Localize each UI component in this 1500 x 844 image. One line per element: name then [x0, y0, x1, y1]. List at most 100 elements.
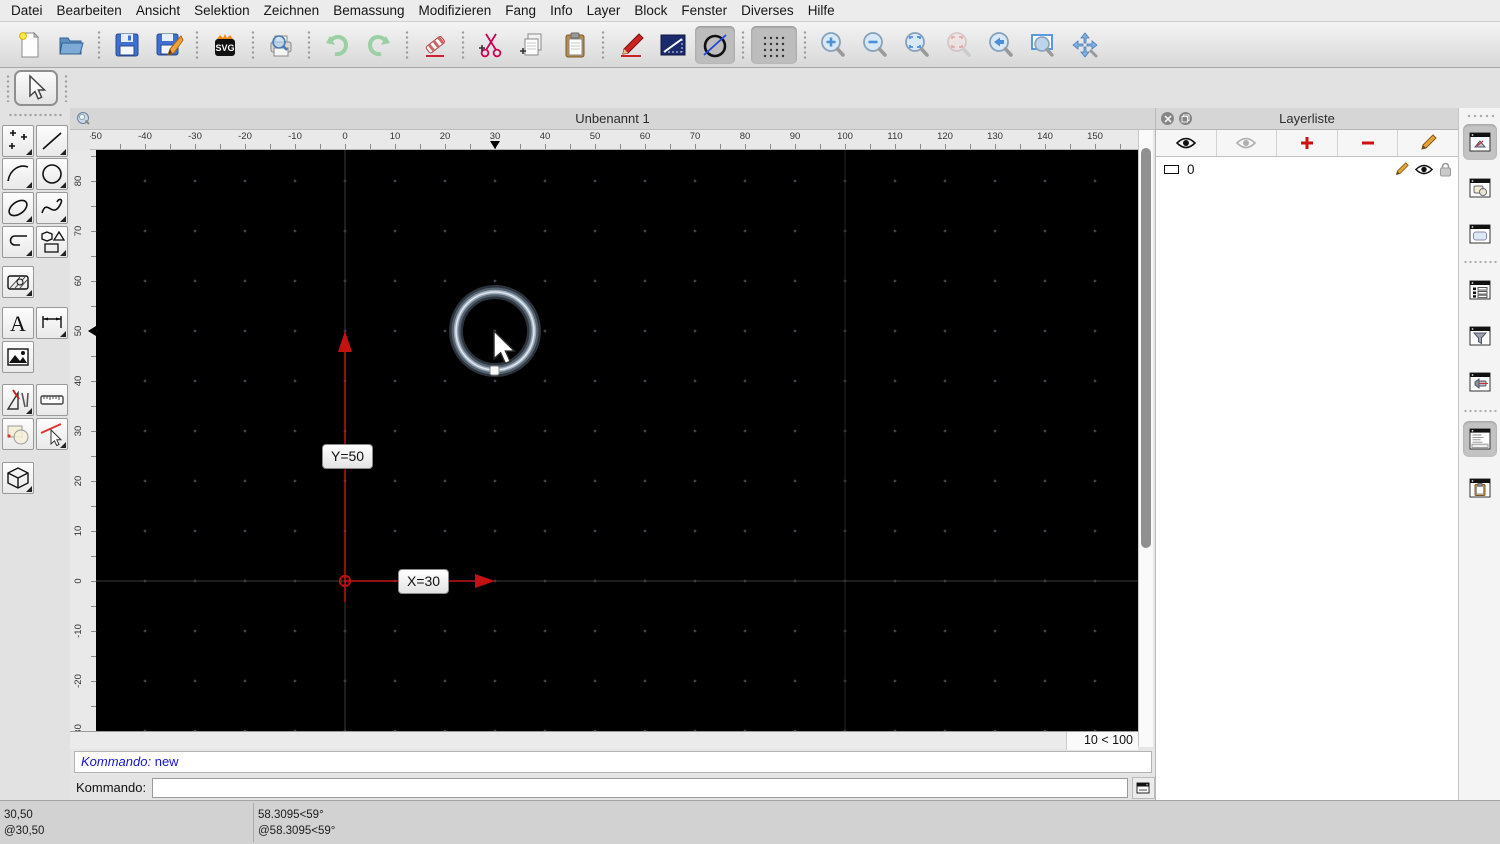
command-line-dock-button[interactable]	[1463, 421, 1497, 457]
line-tool-palette-button[interactable]	[36, 125, 68, 157]
zoom-window-button[interactable]	[1023, 26, 1063, 64]
menu-item-diverses[interactable]: Diverses	[734, 0, 801, 22]
selection-tool-button[interactable]	[14, 70, 58, 106]
menu-item-block[interactable]: Block	[627, 0, 674, 22]
cursor-position-polar: 58.3095<59° @58.3095<59°	[258, 807, 335, 839]
radius-handle[interactable]	[489, 365, 500, 376]
modify-tool-button[interactable]	[2, 418, 34, 450]
arc-tool-button[interactable]	[2, 158, 34, 190]
selection-filter-dock-button[interactable]	[1463, 318, 1497, 354]
command-line-toggle-button[interactable]	[1131, 776, 1155, 799]
svg-export-button[interactable]: SVG	[205, 26, 245, 64]
layer-panel-toolbar	[1156, 130, 1458, 157]
menu-item-modifizieren[interactable]: Modifizieren	[412, 0, 499, 22]
zoom-selection-icon	[947, 31, 971, 57]
menu-item-fang[interactable]: Fang	[498, 0, 543, 22]
property-editor-dock-button[interactable]	[1463, 272, 1497, 308]
open-file-button[interactable]	[51, 26, 91, 64]
zoom-previous-button[interactable]	[981, 26, 1021, 64]
undo-button[interactable]	[317, 26, 357, 64]
grid-toggle-button[interactable]	[751, 25, 797, 64]
view-list-dock-button[interactable]	[1463, 216, 1497, 252]
zoom-in-button[interactable]	[813, 26, 853, 64]
close-panel-button[interactable]	[1161, 112, 1174, 125]
shapes-tool-button[interactable]	[36, 226, 68, 258]
menu-item-selektion[interactable]: Selektion	[187, 0, 257, 22]
toolbar-separator	[803, 29, 807, 60]
add-layer-button[interactable]	[1277, 130, 1338, 156]
vertical-scrollbar[interactable]	[1138, 130, 1153, 747]
toolbar-separator	[97, 29, 101, 60]
scrollbar-thumb[interactable]	[1141, 148, 1151, 548]
zoom-auto-button[interactable]	[897, 26, 937, 64]
print-preview-button[interactable]	[261, 26, 301, 64]
polyline-tool-button[interactable]	[2, 226, 34, 258]
document-titlebar[interactable]: Unbenannt 1	[70, 108, 1155, 130]
drawing-canvas[interactable]: Y=50 X=30	[96, 150, 1138, 731]
hatch-tool-button[interactable]	[2, 266, 34, 298]
float-panel-button[interactable]	[1179, 112, 1192, 125]
eye-icon	[1175, 137, 1196, 149]
h-ruler-label: 150	[1087, 131, 1103, 142]
dock-grip[interactable]	[1466, 114, 1494, 118]
redo-button[interactable]	[359, 26, 399, 64]
cut-button[interactable]	[471, 26, 511, 64]
layer-visibility-icon[interactable]	[1415, 163, 1433, 176]
menu-item-zeichnen[interactable]: Zeichnen	[257, 0, 327, 22]
image-tool-button[interactable]	[2, 341, 34, 373]
library-browser-dock-button[interactable]	[1463, 364, 1497, 400]
measure-ruler-icon	[40, 395, 64, 405]
layer-color-swatch[interactable]	[1164, 164, 1179, 174]
menu-item-fenster[interactable]: Fenster	[674, 0, 734, 22]
erase-button[interactable]	[415, 26, 455, 64]
new-file-button[interactable]	[9, 26, 49, 64]
dock-separator	[1463, 260, 1497, 264]
layer-lock-icon[interactable]	[1439, 162, 1452, 177]
line-tool-button[interactable]	[653, 26, 693, 64]
menu-item-info[interactable]: Info	[543, 0, 580, 22]
layer-row[interactable]: 0	[1156, 157, 1458, 181]
save-as-button[interactable]	[149, 26, 189, 64]
draw-pencil-button[interactable]	[611, 26, 651, 64]
points-tool-button[interactable]	[2, 125, 34, 157]
hide-all-layers-button[interactable]	[1217, 130, 1278, 156]
v-ruler-label: -10	[73, 624, 84, 638]
palette-grip[interactable]	[8, 113, 62, 117]
copy-button[interactable]	[513, 26, 553, 64]
clipboard-dock-button[interactable]	[1463, 470, 1497, 506]
show-all-layers-button[interactable]	[1156, 130, 1217, 156]
h-ruler-label: -20	[238, 131, 252, 142]
toolbar-grip[interactable]	[64, 74, 68, 102]
paste-button[interactable]	[555, 26, 595, 64]
circle-tool-button[interactable]	[695, 25, 735, 64]
spline-tool-button[interactable]	[36, 192, 68, 224]
menu-item-datei[interactable]: Datei	[4, 0, 50, 22]
pan-button[interactable]	[1065, 26, 1105, 64]
zoom-out-button[interactable]	[855, 26, 895, 64]
menu-item-layer[interactable]: Layer	[580, 0, 628, 22]
ellipse-tool-button[interactable]	[2, 192, 34, 224]
text-tool-button[interactable]: A	[2, 307, 34, 339]
measure-tool-button[interactable]	[36, 384, 68, 416]
menu-item-ansicht[interactable]: Ansicht	[129, 0, 187, 22]
circle-tool-palette-button[interactable]	[36, 158, 68, 190]
pan-icon	[1072, 31, 1098, 58]
layer-list-dock-button[interactable]	[1463, 124, 1497, 160]
edit-layer-button[interactable]	[1398, 130, 1458, 156]
command-input[interactable]	[152, 777, 1128, 798]
menu-item-bemassung[interactable]: Bemassung	[326, 0, 411, 22]
block-list-dock-button[interactable]	[1463, 170, 1497, 206]
cad-tools-button[interactable]	[2, 384, 34, 416]
zoom-selection-button[interactable]	[939, 26, 979, 64]
box-3d-tool-button[interactable]	[2, 462, 34, 494]
save-button[interactable]	[107, 26, 147, 64]
menu-item-hilfe[interactable]: Hilfe	[801, 0, 842, 22]
modify-trim-button[interactable]	[36, 418, 68, 450]
menu-item-bearbeiten[interactable]: Bearbeiten	[50, 0, 129, 22]
layer-edit-pencil-icon[interactable]	[1394, 161, 1409, 177]
dimension-tool-button[interactable]	[36, 307, 68, 339]
remove-layer-button[interactable]	[1338, 130, 1399, 156]
toolbar-grip[interactable]	[6, 74, 10, 102]
ruler-ticks	[96, 144, 1138, 149]
h-ruler-label: 0	[342, 131, 348, 142]
